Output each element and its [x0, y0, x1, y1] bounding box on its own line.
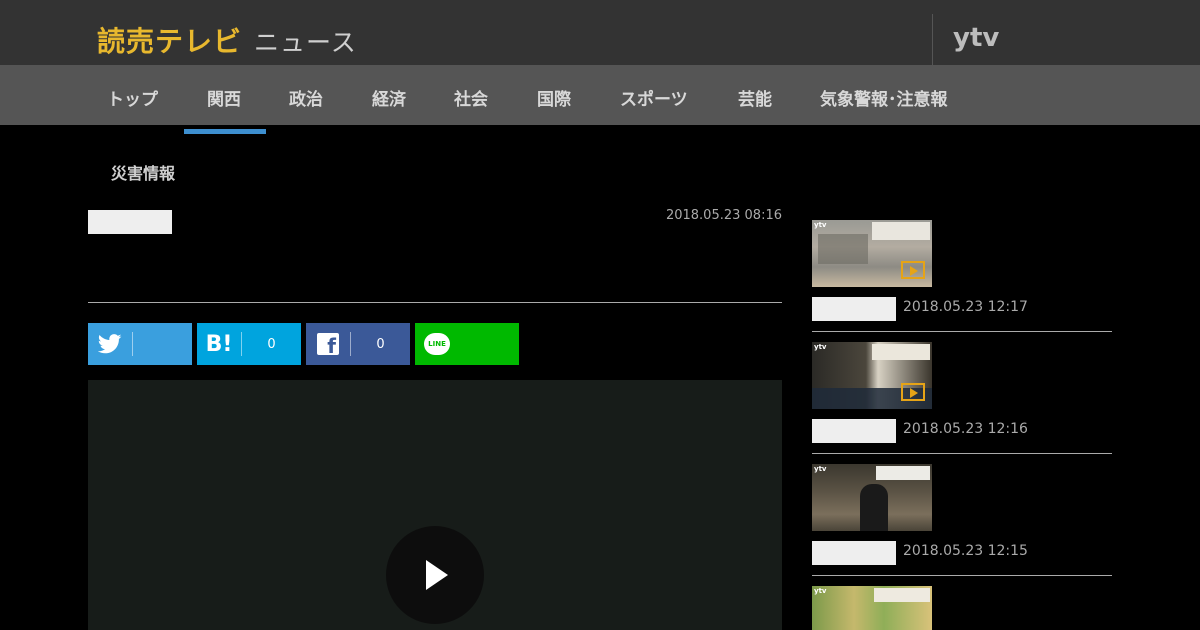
thumbnail-caption-area: [872, 344, 930, 360]
video-badge-icon: [901, 383, 925, 401]
facebook-share-button[interactable]: f 0: [306, 323, 410, 365]
logo-sub-text: ニュース: [254, 28, 357, 57]
line-icon: LINE: [415, 323, 459, 365]
nav-tab-weather-alerts[interactable]: 気象警報･注意報: [820, 65, 948, 125]
header-divider: [932, 14, 933, 65]
news-date: 2018.05.23 12:16: [903, 421, 1028, 437]
news-divider: [812, 575, 1112, 576]
ytv-watermark: ytv: [814, 587, 827, 595]
news-thumbnail[interactable]: ytv: [812, 342, 932, 409]
top-header: 読売テレビ ニュース ytv: [0, 0, 1200, 65]
ytv-watermark: ytv: [814, 343, 827, 351]
play-icon: [426, 560, 448, 590]
thumbnail-person: [860, 484, 888, 531]
article-divider: [88, 302, 782, 303]
news-divider: [812, 331, 1112, 332]
ytv-logo[interactable]: ytv: [953, 23, 999, 53]
facebook-icon: f: [306, 323, 350, 365]
nav-tab-economy[interactable]: 経済: [372, 65, 406, 125]
play-button[interactable]: [386, 526, 484, 624]
line-icon-text: LINE: [424, 333, 450, 355]
category-nav: トップ 関西 政治 経済 社会 国際 スポーツ 芸能 気象警報･注意報: [0, 65, 1200, 125]
video-badge-icon: [901, 261, 925, 279]
news-thumbnail[interactable]: ytv: [812, 220, 932, 287]
thumbnail-image-area: [818, 234, 868, 264]
nav-tab-politics[interactable]: 政治: [289, 65, 323, 125]
news-thumbnail[interactable]: ytv: [812, 586, 932, 630]
ytv-watermark: ytv: [814, 465, 827, 473]
nav-tab-entertainment[interactable]: 芸能: [738, 65, 772, 125]
nav-tab-top[interactable]: トップ: [107, 65, 158, 125]
twitter-bird-icon: [88, 323, 132, 365]
facebook-share-count: 0: [376, 336, 385, 352]
article-category-badge: [88, 210, 172, 234]
article-date: 2018.05.23 08:16: [665, 208, 782, 223]
nav-tab-international[interactable]: 国際: [537, 65, 571, 125]
thumbnail-caption-area: [872, 222, 930, 240]
section-label: 災害情報: [111, 164, 176, 183]
share-separator: [132, 332, 133, 356]
hatena-bookmark-button[interactable]: B! 0: [197, 323, 301, 365]
line-share-button[interactable]: LINE: [415, 323, 519, 365]
news-thumbnail[interactable]: ytv: [812, 464, 932, 531]
news-category-badge: [812, 419, 896, 443]
logo-main-text: 読売テレビ: [97, 25, 243, 58]
thumbnail-caption-area: [876, 466, 930, 480]
nav-active-indicator: [184, 129, 266, 134]
facebook-icon-letter: f: [327, 334, 336, 358]
nav-tab-kansai[interactable]: 関西: [207, 65, 241, 125]
hatena-share-count: 0: [267, 336, 276, 352]
hatena-icon: B!: [205, 331, 233, 357]
news-category-badge: [812, 541, 896, 565]
site-logo[interactable]: 読売テレビ ニュース: [97, 20, 357, 60]
thumbnail-caption-area: [874, 588, 930, 602]
video-player[interactable]: [88, 380, 782, 630]
news-divider: [812, 453, 1112, 454]
news-category-badge: [812, 297, 896, 321]
nav-tab-society[interactable]: 社会: [454, 65, 488, 125]
news-date: 2018.05.23 12:15: [903, 543, 1028, 559]
news-date: 2018.05.23 12:17: [903, 299, 1028, 315]
ytv-watermark: ytv: [814, 221, 827, 229]
twitter-share-button[interactable]: [88, 323, 192, 365]
nav-tab-sports[interactable]: スポーツ: [620, 65, 688, 125]
